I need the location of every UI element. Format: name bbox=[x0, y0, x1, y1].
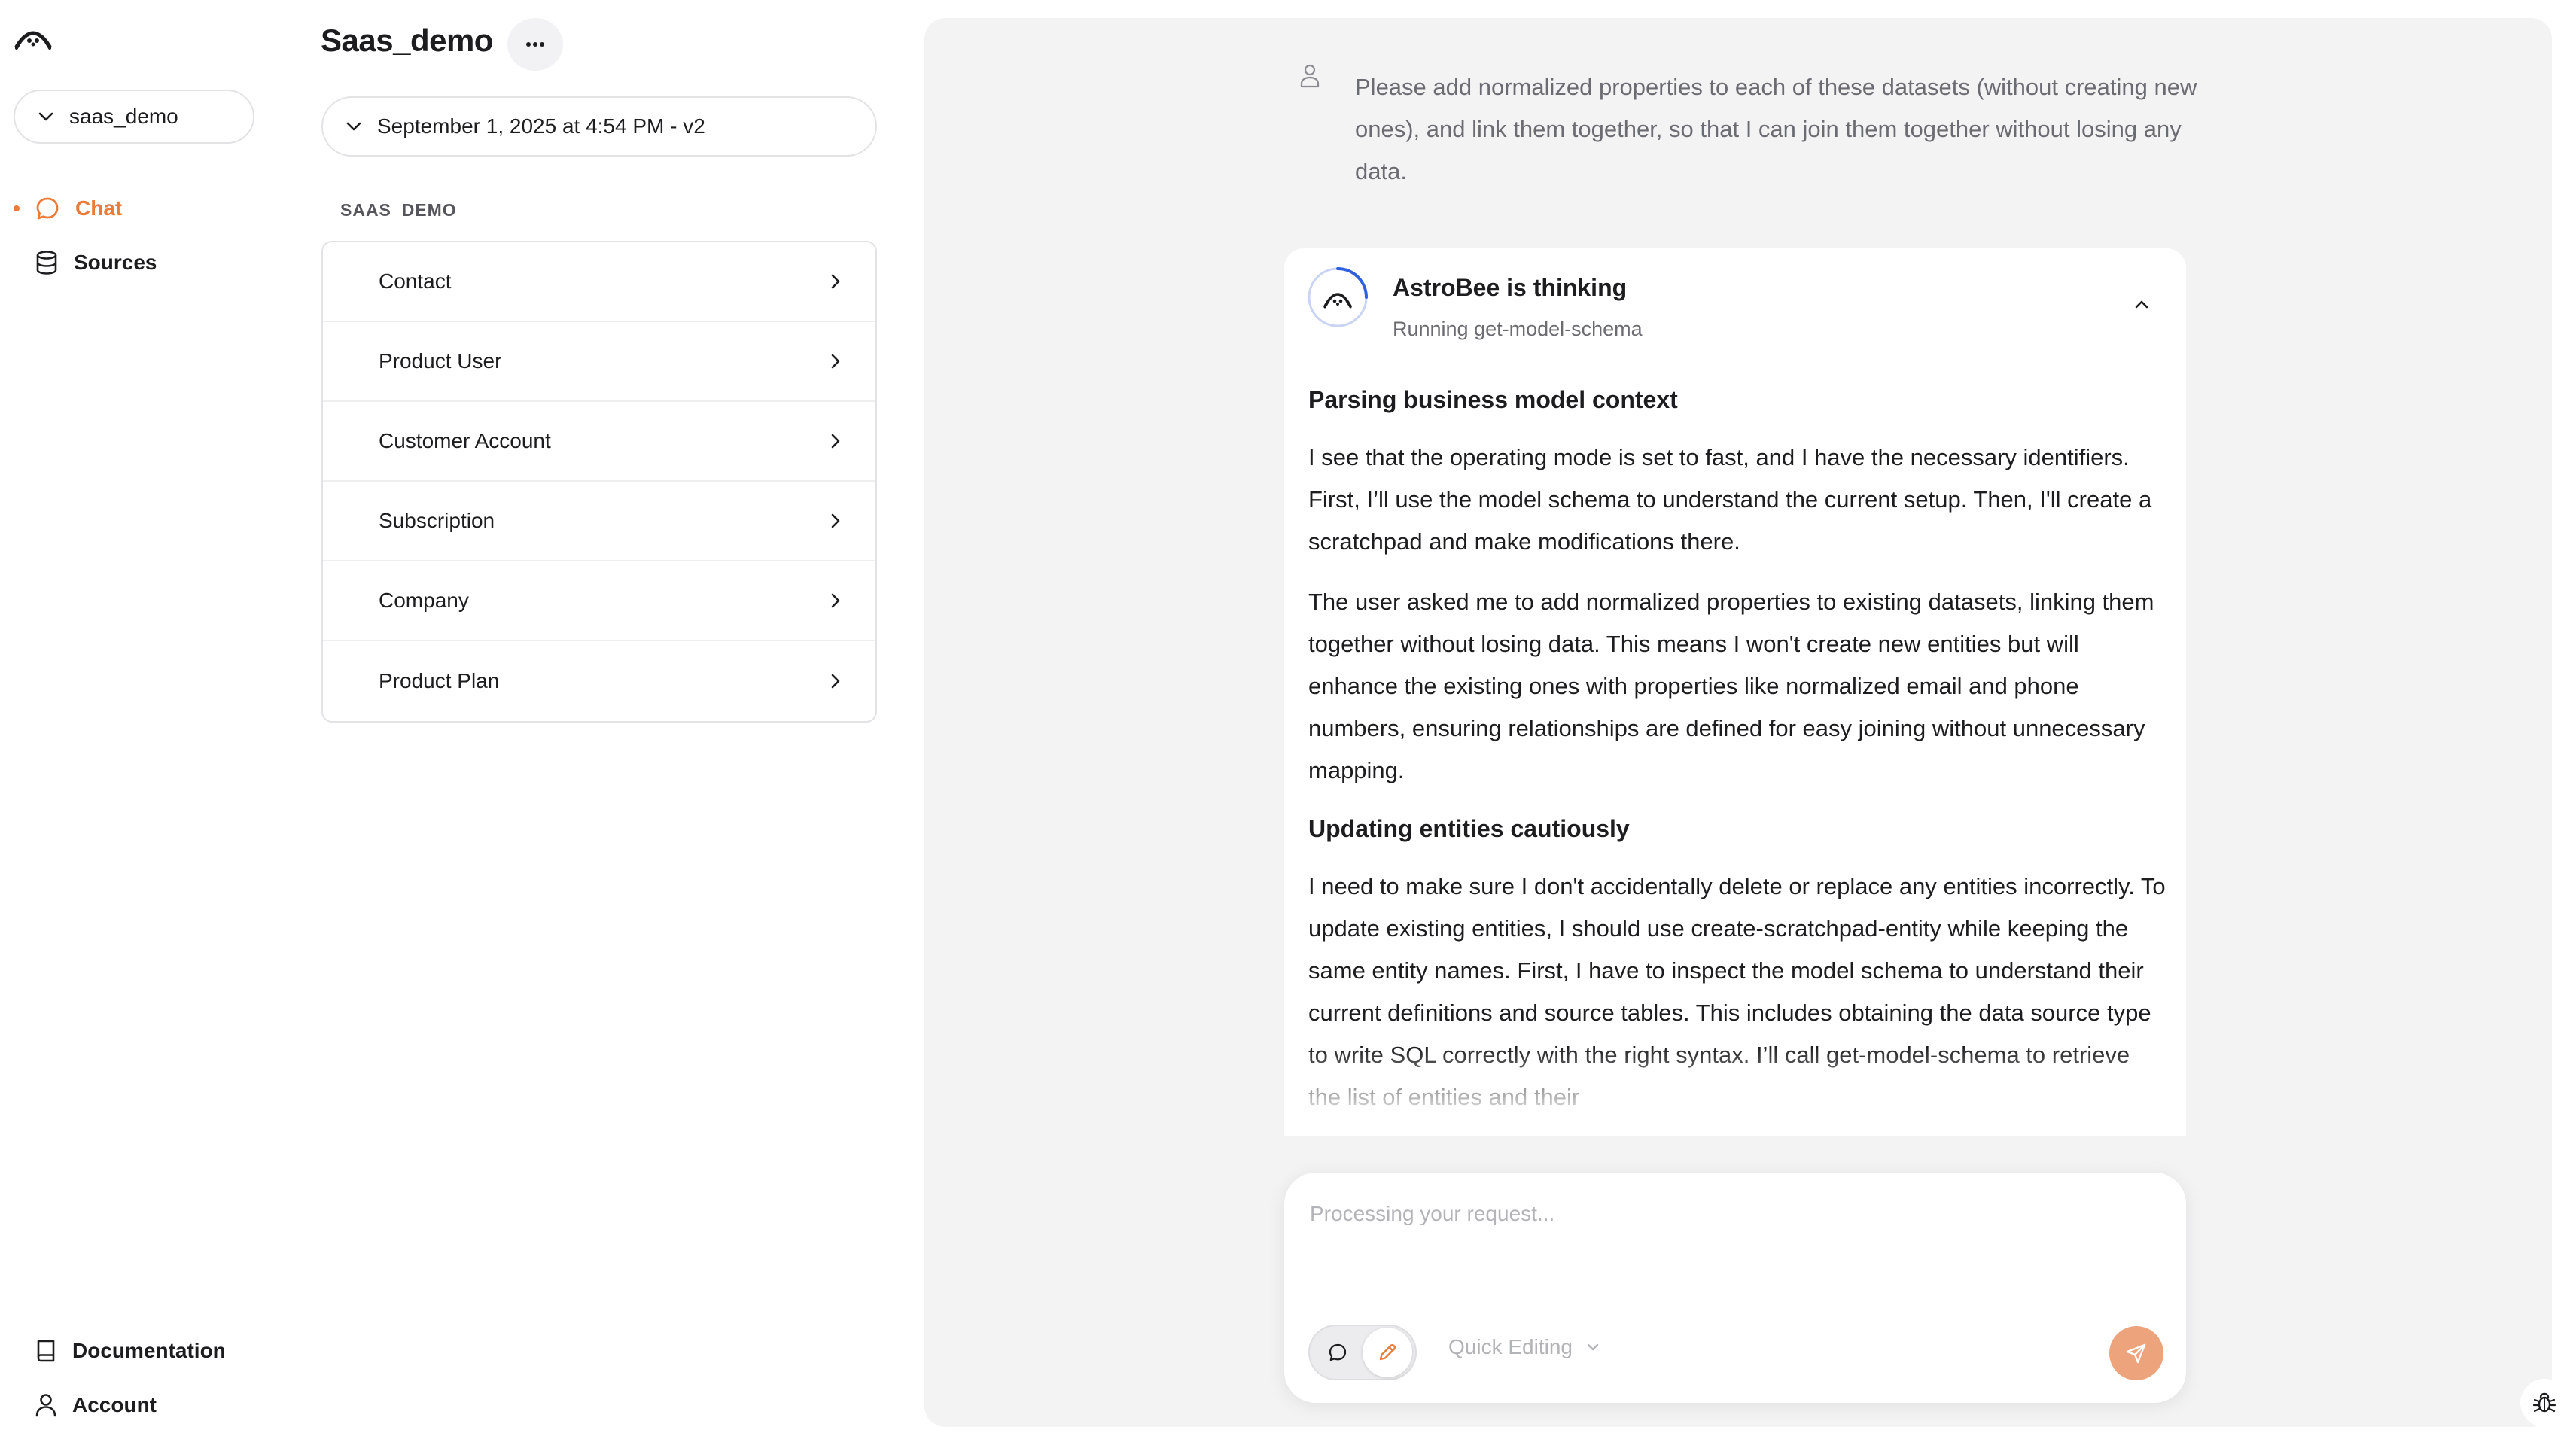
message-composer: Quick Editing bbox=[1284, 1173, 2186, 1403]
entity-row-subscription[interactable]: Subscription bbox=[323, 482, 875, 561]
assistant-status-detail: Running get-model-schema bbox=[1393, 318, 1643, 340]
user-avatar-icon bbox=[1299, 63, 1320, 89]
chevron-down-icon bbox=[38, 111, 54, 122]
active-indicator bbox=[14, 205, 20, 211]
version-label: September 1, 2025 at 4:54 PM - v2 bbox=[377, 114, 705, 138]
workspace-selector[interactable]: saas_demo bbox=[14, 90, 254, 144]
entity-list: Contact Product User Customer Account Su… bbox=[321, 241, 877, 723]
entity-label: Contact bbox=[379, 269, 452, 293]
entity-label: Customer Account bbox=[379, 429, 551, 452]
chevron-down-icon bbox=[346, 121, 362, 132]
thought-heading: Updating entities cautiously bbox=[1308, 815, 1630, 842]
send-button[interactable] bbox=[2109, 1326, 2163, 1380]
debug-button[interactable] bbox=[2520, 1379, 2568, 1427]
nav-label-documentation: Documentation bbox=[72, 1339, 226, 1362]
mode-selector[interactable]: Quick Editing bbox=[1448, 1335, 1600, 1359]
nav-item-chat[interactable]: Chat bbox=[14, 190, 209, 227]
thought-paragraph: The user asked me to add normalized prop… bbox=[1308, 589, 2154, 783]
app-logo[interactable] bbox=[14, 21, 53, 51]
entity-label: Product Plan bbox=[379, 669, 500, 692]
nav-label-sources: Sources bbox=[74, 251, 157, 274]
user-message: Please add normalized properties to each… bbox=[1355, 74, 2197, 184]
chevron-right-icon bbox=[830, 513, 841, 529]
model-title: Saas_demo bbox=[321, 23, 493, 58]
entity-row-contact[interactable]: Contact bbox=[323, 242, 875, 322]
chevron-down-icon bbox=[1586, 1343, 1600, 1352]
section-label: SAAS_DEMO bbox=[340, 200, 457, 220]
entity-label: Subscription bbox=[379, 509, 495, 532]
entity-row-company[interactable]: Company bbox=[323, 561, 875, 641]
mode-toggle[interactable] bbox=[1308, 1325, 1417, 1380]
pencil-icon[interactable] bbox=[1363, 1328, 1412, 1377]
mode-label: Quick Editing bbox=[1448, 1335, 1573, 1358]
assistant-message-card: AstroBee is thinking Running get-model-s… bbox=[1284, 248, 2186, 1136]
database-icon bbox=[35, 250, 59, 275]
thought-paragraph: I see that the operating mode is set to … bbox=[1308, 444, 2152, 555]
thought-heading: Parsing business model context bbox=[1308, 386, 1678, 413]
entity-row-customer-account[interactable]: Customer Account bbox=[323, 402, 875, 482]
book-icon bbox=[35, 1338, 57, 1364]
nav-item-documentation[interactable]: Documentation bbox=[35, 1332, 226, 1370]
content-fade-overlay bbox=[1284, 1046, 2186, 1136]
chat-bubble-icon bbox=[35, 196, 60, 221]
chevron-right-icon bbox=[830, 353, 841, 370]
workspace-name: saas_demo bbox=[69, 105, 178, 128]
message-input[interactable] bbox=[1308, 1201, 2139, 1227]
chevron-right-icon bbox=[830, 273, 841, 290]
nav-label-chat: Chat bbox=[75, 196, 123, 220]
ellipsis-icon bbox=[525, 41, 545, 47]
version-selector[interactable]: September 1, 2025 at 4:54 PM - v2 bbox=[321, 96, 877, 157]
entity-row-product-plan[interactable]: Product Plan bbox=[323, 641, 875, 721]
nav-item-sources[interactable]: Sources bbox=[35, 244, 215, 281]
chevron-up-icon[interactable] bbox=[2130, 297, 2153, 312]
more-options-button[interactable] bbox=[507, 18, 563, 71]
send-icon bbox=[2124, 1341, 2148, 1365]
assistant-avatar bbox=[1307, 266, 1369, 328]
bug-icon bbox=[2532, 1390, 2557, 1416]
nav-item-account[interactable]: Account bbox=[35, 1386, 157, 1424]
chat-mode-icon[interactable] bbox=[1319, 1334, 1357, 1371]
assistant-thoughts: Parsing business model context I see tha… bbox=[1308, 381, 2166, 1136]
assistant-status-title: AstroBee is thinking bbox=[1393, 274, 1628, 301]
entity-row-product-user[interactable]: Product User bbox=[323, 322, 875, 402]
entity-label: Company bbox=[379, 589, 469, 612]
entity-label: Product User bbox=[379, 349, 502, 373]
chevron-right-icon bbox=[830, 433, 841, 449]
person-icon bbox=[35, 1392, 57, 1418]
chevron-right-icon bbox=[830, 592, 841, 609]
nav-label-account: Account bbox=[72, 1393, 157, 1416]
chevron-right-icon bbox=[830, 673, 841, 689]
